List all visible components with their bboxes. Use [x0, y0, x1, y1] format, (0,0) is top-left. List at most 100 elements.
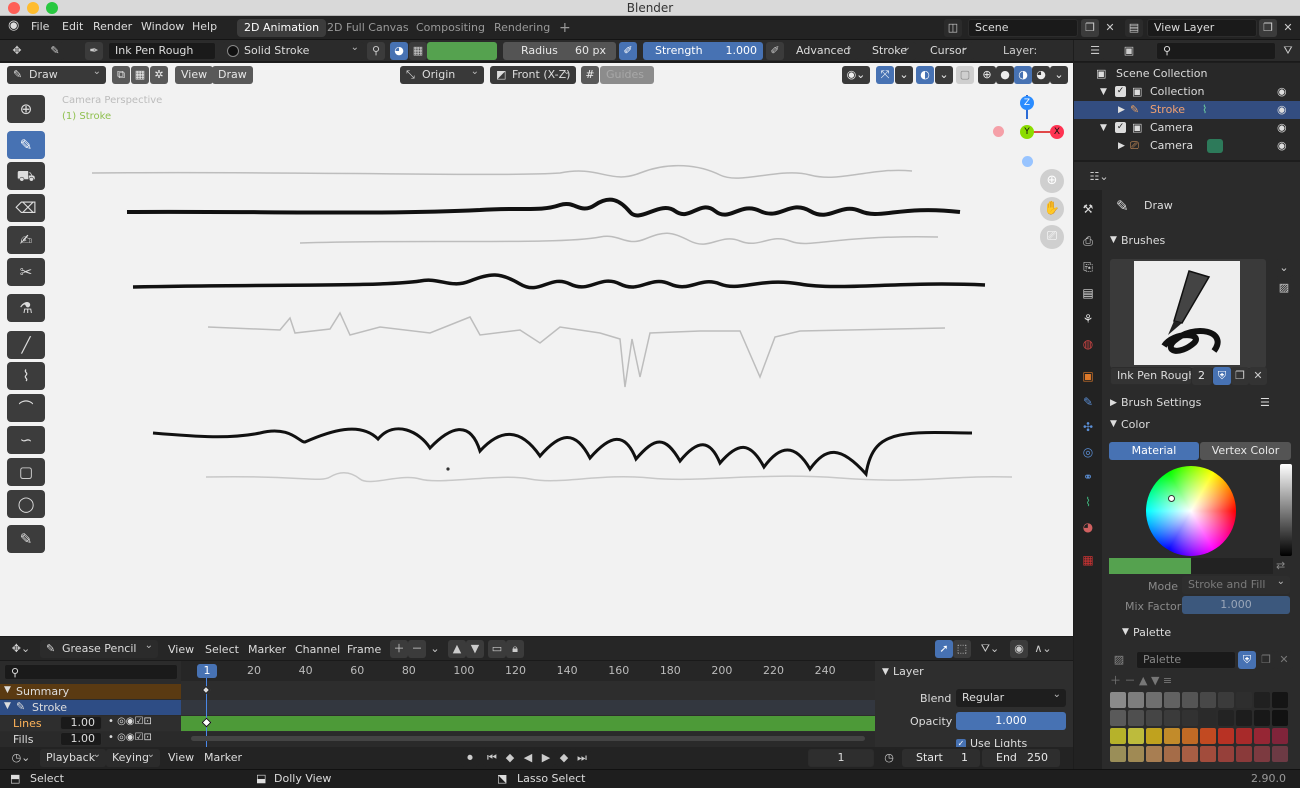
- filters-icon[interactable]: ⛛⌄: [977, 640, 1003, 658]
- solid-shading-icon[interactable]: ●: [996, 66, 1014, 84]
- layer-panel-title[interactable]: Layer: [893, 665, 924, 678]
- frame-ruler[interactable]: 20 40 60 80 100 120 140 160 180 200 220 240: [181, 661, 875, 681]
- outliner-row-camera-collection[interactable]: ▼ ✓ ▣ Camera ◉: [1074, 119, 1300, 137]
- palette-swatch[interactable]: [1272, 710, 1288, 726]
- draw-menu[interactable]: Draw: [212, 66, 253, 84]
- dopesheet-mode-dropdown[interactable]: ✎ Grease Pencil: [40, 640, 158, 658]
- list-icon[interactable]: ☰: [1260, 396, 1270, 409]
- mix-factor-slider[interactable]: 1.000: [1182, 596, 1290, 614]
- checkbox-icon[interactable]: ✓: [1115, 122, 1126, 133]
- dopesheet-menu-frame[interactable]: Frame: [347, 643, 381, 656]
- delete-view-layer-icon[interactable]: ✕: [1279, 19, 1297, 37]
- palette-swatch[interactable]: [1236, 746, 1252, 762]
- palette-swatch[interactable]: [1218, 692, 1234, 708]
- tint-tool-icon[interactable]: ✍: [7, 226, 45, 254]
- palette-unlink-icon[interactable]: ✕: [1275, 651, 1293, 669]
- color-mode-icon[interactable]: ◕: [390, 42, 408, 60]
- fills-opacity-field[interactable]: 1.00: [60, 732, 102, 746]
- radius-pressure-icon[interactable]: ✐: [619, 42, 637, 60]
- constraints-tab-icon[interactable]: ⚭: [1079, 468, 1097, 486]
- swap-colors-icon[interactable]: ⇄: [1276, 559, 1285, 572]
- palette-swatch[interactable]: [1182, 692, 1198, 708]
- palette-swatch[interactable]: [1236, 692, 1252, 708]
- advanced-dropdown[interactable]: Advanced: [790, 42, 858, 60]
- gizmo-x-button[interactable]: X: [1050, 125, 1064, 139]
- outliner-editor-icon[interactable]: ☰: [1086, 42, 1104, 60]
- palette-collapse-icon[interactable]: ▼: [1122, 627, 1129, 637]
- pin-icon[interactable]: ⚲: [367, 42, 385, 60]
- expand-icon[interactable]: ▼: [1100, 119, 1107, 137]
- palette-swatch[interactable]: [1164, 710, 1180, 726]
- cursor-dropdown[interactable]: Cursor: [924, 42, 974, 60]
- color-collapse-icon[interactable]: ▼: [1110, 419, 1117, 429]
- color-wheel-cursor[interactable]: [1168, 495, 1175, 502]
- view-layer-icon[interactable]: ▤: [1125, 19, 1143, 37]
- mode-dropdown[interactable]: ✎ Draw: [7, 66, 106, 84]
- texture-tab-icon[interactable]: ▦: [1079, 551, 1097, 569]
- draw-tool-icon[interactable]: ✎: [7, 131, 45, 159]
- physics-tab-icon[interactable]: ◎: [1079, 443, 1097, 461]
- lines-opacity-field[interactable]: 1.00: [60, 716, 102, 730]
- modifier-tab-icon[interactable]: ✎: [1079, 393, 1097, 411]
- palette-swatch[interactable]: [1128, 728, 1144, 744]
- onion-skin-icon[interactable]: ▦: [131, 66, 149, 84]
- material-tab-icon[interactable]: ◕: [1079, 518, 1097, 536]
- play-reverse-icon[interactable]: ◀: [519, 749, 537, 767]
- color-wheel[interactable]: [1146, 466, 1236, 556]
- arc-tool-icon[interactable]: ⌒: [7, 394, 45, 422]
- brush-settings-expand-icon[interactable]: ▶: [1110, 398, 1117, 408]
- palette-name-field[interactable]: Palette: [1136, 651, 1236, 669]
- palette-swatch[interactable]: [1110, 692, 1126, 708]
- brushes-collapse-icon[interactable]: ▼: [1110, 235, 1117, 245]
- lock-layer-icon[interactable]: 🔒︎: [506, 640, 524, 658]
- brushes-header[interactable]: Brushes: [1121, 234, 1165, 247]
- palette-swatch[interactable]: [1164, 728, 1180, 744]
- expand-icon[interactable]: ▶: [1118, 101, 1125, 119]
- xray-icon[interactable]: ▢: [956, 66, 974, 84]
- gizmo-y-button[interactable]: Y: [1020, 125, 1034, 139]
- timeline-menu-marker[interactable]: Marker: [204, 751, 242, 764]
- palette-swatch[interactable]: [1110, 728, 1126, 744]
- origin-dropdown[interactable]: ⤡ Origin: [400, 66, 484, 84]
- palette-swatch[interactable]: [1218, 710, 1234, 726]
- palette-swatch[interactable]: [1254, 746, 1270, 762]
- outliner-search-input[interactable]: ⚲: [1156, 42, 1276, 60]
- brush-dropdown-icon[interactable]: ⌄: [1275, 259, 1293, 277]
- erase-tool-icon[interactable]: ⌫: [7, 194, 45, 222]
- eye-icon[interactable]: ◉: [1277, 119, 1287, 137]
- scene-icon[interactable]: ◫: [944, 19, 962, 37]
- checkbox-icon[interactable]: ✓: [1115, 86, 1126, 97]
- delete-scene-icon[interactable]: ✕: [1101, 19, 1119, 37]
- world-tab-icon[interactable]: ◍: [1079, 335, 1097, 353]
- material-dropdown[interactable]: Solid Stroke: [222, 42, 364, 60]
- use-lights-checkbox[interactable]: ✓: [956, 739, 966, 747]
- palette-swatch[interactable]: [1182, 728, 1198, 744]
- start-frame-field[interactable]: Start 1: [902, 749, 980, 767]
- tool-tab-icon[interactable]: ⚒: [1079, 200, 1097, 218]
- gizmo-z-button[interactable]: Z: [1020, 96, 1034, 110]
- color-swatch-secondary[interactable]: [1191, 558, 1273, 574]
- brush-preview-frame[interactable]: [1110, 259, 1266, 368]
- palette-swatch[interactable]: [1272, 728, 1288, 744]
- palette-swatch[interactable]: [1182, 710, 1198, 726]
- grid-icon[interactable]: #: [581, 66, 599, 84]
- brush-name-property[interactable]: Ink Pen Rough: [1110, 367, 1192, 385]
- color-swatch-current[interactable]: [1109, 558, 1191, 574]
- palette-swatch[interactable]: [1218, 728, 1234, 744]
- view-menu[interactable]: View: [175, 66, 214, 84]
- palette-grid[interactable]: [1110, 692, 1290, 772]
- fill-tool-icon[interactable]: ⛟: [7, 162, 45, 190]
- palette-swatch[interactable]: [1146, 728, 1162, 744]
- timeline-menu-view[interactable]: View: [168, 751, 194, 764]
- move-layer-down-icon[interactable]: ▼: [466, 640, 484, 658]
- eye-icon[interactable]: ◉: [1277, 101, 1287, 119]
- zoom-icon[interactable]: ⊕: [1040, 169, 1064, 193]
- brush-image-icon[interactable]: ▨: [1275, 279, 1293, 297]
- eyedropper-tool-icon[interactable]: ⚗: [7, 294, 45, 322]
- outliner-row-scene-collection[interactable]: ▣ Scene Collection: [1074, 65, 1300, 83]
- outliner-row-camera-object[interactable]: ▶ ⎚ Camera ◉: [1074, 137, 1300, 155]
- playhead-frame-indicator[interactable]: 1: [197, 664, 217, 678]
- palette-swatch[interactable]: [1128, 692, 1144, 708]
- channel-stroke[interactable]: ▼ ✎ Stroke: [0, 700, 181, 715]
- palette-swatch[interactable]: [1236, 710, 1252, 726]
